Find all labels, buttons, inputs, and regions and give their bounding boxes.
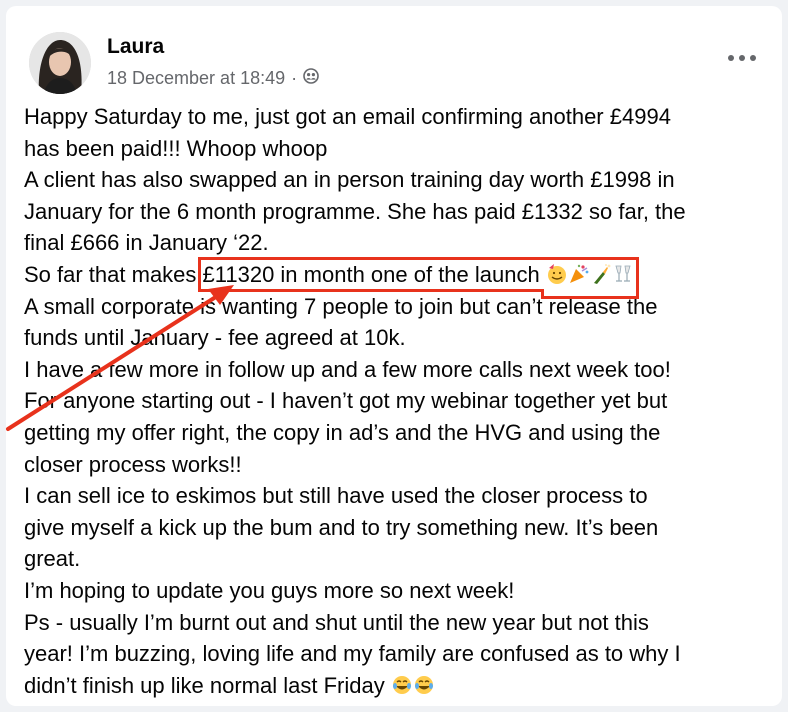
- post-line: January for the 6 month programme. She h…: [24, 198, 686, 224]
- post-line: A client has also swapped an in person t…: [24, 167, 675, 193]
- author-name[interactable]: Laura: [107, 35, 164, 59]
- post-line: great.: [24, 546, 81, 572]
- post-line: closer process works!!: [24, 451, 242, 477]
- highlight-prefix: So far that makes: [24, 261, 203, 287]
- post-line: For anyone starting out - I haven’t got …: [24, 388, 668, 414]
- dot-icon: [728, 55, 734, 61]
- post-timestamp[interactable]: 18 December at 18:49: [107, 68, 285, 89]
- more-options-icon[interactable]: [728, 50, 756, 66]
- party-popper-icon: [568, 262, 590, 294]
- post-line: final £666 in January ‘22.: [24, 230, 269, 256]
- friends-icon[interactable]: [303, 68, 319, 89]
- last-line-text: didn’t finish up like normal last Friday: [24, 672, 385, 698]
- post-line: I’m hoping to update you guys more so ne…: [24, 577, 515, 603]
- partying-face-icon: [546, 262, 568, 294]
- post-line: So far that makes £11320 in month one of…: [24, 256, 774, 292]
- post-line: funds until January - fee agreed at 10k.: [24, 325, 406, 351]
- highlighted-amount: £11320 in month one of the launch: [197, 256, 639, 292]
- post-meta: 18 December at 18:49 ·: [107, 68, 319, 89]
- post-line: I have a few more in follow up and a few…: [24, 356, 671, 382]
- post-line: getting my offer right, the copy in ad’s…: [24, 419, 661, 445]
- post-line: give myself a kick up the bum and to try…: [24, 514, 659, 540]
- post-line: I can sell ice to eskimos but still have…: [24, 483, 648, 509]
- meta-separator: ·: [291, 68, 298, 88]
- dot-icon: [750, 55, 756, 61]
- post-line: has been paid!!! Whoop whoop: [24, 135, 328, 161]
- post-line: Happy Saturday to me, just got an email …: [24, 104, 671, 129]
- post-line: Ps - usually I’m burnt out and shut unti…: [24, 609, 649, 635]
- post-line: year! I’m buzzing, loving life and my fa…: [24, 641, 681, 667]
- avatar[interactable]: [29, 32, 91, 94]
- dot-icon: [739, 55, 745, 61]
- champagne-bottle-icon: [590, 262, 612, 294]
- tears-of-joy-icon: [413, 673, 435, 705]
- clinking-glasses-icon: [612, 262, 634, 294]
- post-text: Happy Saturday to me, just got an email …: [24, 101, 774, 701]
- tears-of-joy-icon: [391, 673, 413, 705]
- post-line: didn’t finish up like normal last Friday: [24, 670, 774, 702]
- highlight-text: £11320 in month one of the launch: [202, 261, 540, 287]
- post-line: A small corporate is wanting 7 people to…: [24, 293, 658, 319]
